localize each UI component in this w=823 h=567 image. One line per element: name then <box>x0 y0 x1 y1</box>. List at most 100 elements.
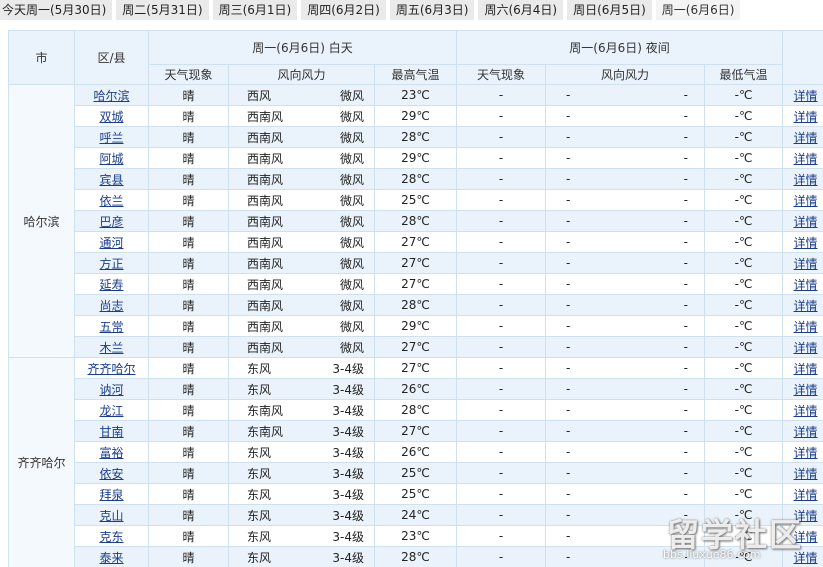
district-link[interactable]: 拜泉 <box>99 488 123 502</box>
detail-link[interactable]: 详情 <box>794 194 818 208</box>
district-link[interactable]: 五常 <box>99 320 123 334</box>
table-row: 五常晴西南风 微风 29℃ - - - -℃ 详情 <box>9 315 823 337</box>
detail-link[interactable]: 详情 <box>794 362 818 376</box>
district-link[interactable]: 齐齐哈尔 <box>87 362 135 376</box>
header-night-wind: 风向风力 <box>545 64 706 85</box>
date-tab-6[interactable]: 周日(6月5日) <box>567 0 652 20</box>
district-link[interactable]: 龙江 <box>99 404 123 418</box>
day-weather-cell: 晴 <box>148 126 229 148</box>
day-wind-inner: 东风 3-4级 <box>247 486 364 503</box>
header-day: 周一(6月6日) 白天 <box>147 30 458 65</box>
district-link[interactable]: 富裕 <box>99 446 123 460</box>
district-link[interactable]: 木兰 <box>99 341 123 355</box>
high-temp-cell: 28℃ <box>373 210 458 232</box>
high-temp-cell: 28℃ <box>373 546 458 567</box>
day-wind-direction: 西风 <box>247 88 272 103</box>
low-temp-cell: -℃ <box>704 84 784 106</box>
detail-link[interactable]: 详情 <box>794 467 818 481</box>
district-cell: 方正 <box>74 252 149 274</box>
day-wind-force: 微风 <box>339 340 364 355</box>
night-wind-inner: -- <box>566 466 688 480</box>
night-wind-force: - <box>683 109 689 123</box>
day-wind-force: 微风 <box>339 256 364 271</box>
day-wind-inner: 西南风 微风 <box>247 171 364 188</box>
detail-link[interactable]: 详情 <box>794 425 818 439</box>
table-row: 富裕晴东风 3-4级 26℃ - - - -℃ 详情 <box>9 441 823 463</box>
detail-link[interactable]: 详情 <box>794 278 818 292</box>
district-link[interactable]: 呼兰 <box>99 131 123 145</box>
district-link[interactable]: 克山 <box>99 509 123 523</box>
night-wind-force: - <box>683 319 689 333</box>
detail-cell: 详情 <box>782 273 823 295</box>
district-cell: 泰来 <box>74 546 149 567</box>
detail-cell: 详情 <box>782 294 823 316</box>
night-wind-force: - <box>683 466 689 480</box>
district-link[interactable]: 依安 <box>99 467 123 481</box>
detail-link[interactable]: 详情 <box>794 152 818 166</box>
detail-link[interactable]: 详情 <box>794 320 818 334</box>
detail-cell: 详情 <box>782 399 823 421</box>
district-link[interactable]: 双城 <box>99 110 123 124</box>
day-wind-force: 3-4级 <box>332 529 364 544</box>
day-wind-cell: 西南风 微风 <box>228 189 375 211</box>
detail-link[interactable]: 详情 <box>794 89 818 103</box>
table-row: 克东晴东风 3-4级 23℃ - - - -℃ 详情 <box>9 525 823 547</box>
detail-link[interactable]: 详情 <box>794 404 818 418</box>
night-weather-cell: - <box>456 84 547 106</box>
day-wind-force: 3-4级 <box>332 403 364 418</box>
detail-link[interactable]: 详情 <box>794 341 818 355</box>
detail-link[interactable]: 详情 <box>794 530 818 544</box>
detail-link[interactable]: 详情 <box>794 131 818 145</box>
high-temp-cell: 27℃ <box>373 336 458 358</box>
day-wind-direction: 西南风 <box>247 256 284 271</box>
detail-link[interactable]: 详情 <box>794 383 818 397</box>
detail-link[interactable]: 详情 <box>794 257 818 271</box>
date-tab-0[interactable]: 今天周一(5月30日) <box>0 0 113 20</box>
city-cell: 哈尔滨 <box>8 84 75 358</box>
date-tab-3[interactable]: 周四(6月2日) <box>301 0 386 20</box>
night-wind-cell: -- <box>545 273 706 295</box>
detail-cell: 详情 <box>782 315 823 337</box>
high-temp-cell: 28℃ <box>373 294 458 316</box>
district-link[interactable]: 哈尔滨 <box>93 89 129 103</box>
night-wind-inner: -- <box>566 529 688 543</box>
night-wind-cell: -- <box>545 126 706 148</box>
district-link[interactable]: 泰来 <box>99 551 123 565</box>
detail-cell: 详情 <box>782 357 823 379</box>
day-wind-force: 微风 <box>339 151 364 166</box>
district-link[interactable]: 方正 <box>99 257 123 271</box>
day-wind-force: 微风 <box>339 88 364 103</box>
district-link[interactable]: 尚志 <box>99 299 123 313</box>
date-tab-2[interactable]: 周三(6月1日) <box>212 0 298 20</box>
district-link[interactable]: 讷河 <box>99 383 123 397</box>
date-tab-4[interactable]: 周五(6月3日) <box>389 0 475 20</box>
district-link[interactable]: 克东 <box>99 530 123 544</box>
day-wind-direction: 东风 <box>247 529 272 544</box>
night-wind-force: - <box>683 550 689 564</box>
district-link[interactable]: 阿城 <box>99 152 123 166</box>
night-weather-cell: - <box>456 105 547 127</box>
district-link[interactable]: 延寿 <box>99 278 123 292</box>
district-link[interactable]: 甘南 <box>99 425 123 439</box>
detail-link[interactable]: 详情 <box>794 446 818 460</box>
district-cell: 依安 <box>74 462 149 484</box>
district-cell: 拜泉 <box>74 483 149 505</box>
header-night-weather: 天气现象 <box>456 64 547 85</box>
district-link[interactable]: 通河 <box>99 236 123 250</box>
detail-link[interactable]: 详情 <box>794 173 818 187</box>
district-link[interactable]: 宾县 <box>99 173 123 187</box>
detail-link[interactable]: 详情 <box>794 509 818 523</box>
date-tab-1[interactable]: 周二(5月31日) <box>116 0 209 20</box>
detail-link[interactable]: 详情 <box>794 299 818 313</box>
detail-link[interactable]: 详情 <box>794 215 818 229</box>
date-tab-5[interactable]: 周六(6月4日) <box>478 0 564 20</box>
header-city: 市 <box>8 30 75 85</box>
detail-link[interactable]: 详情 <box>794 488 818 502</box>
detail-link[interactable]: 详情 <box>794 110 818 124</box>
detail-link[interactable]: 详情 <box>794 551 818 565</box>
district-link[interactable]: 巴彦 <box>99 215 123 229</box>
high-temp-cell: 27℃ <box>373 273 458 295</box>
detail-link[interactable]: 详情 <box>794 236 818 250</box>
district-link[interactable]: 依兰 <box>99 194 123 208</box>
date-tab-7[interactable]: 周一(6月6日) <box>655 0 741 20</box>
